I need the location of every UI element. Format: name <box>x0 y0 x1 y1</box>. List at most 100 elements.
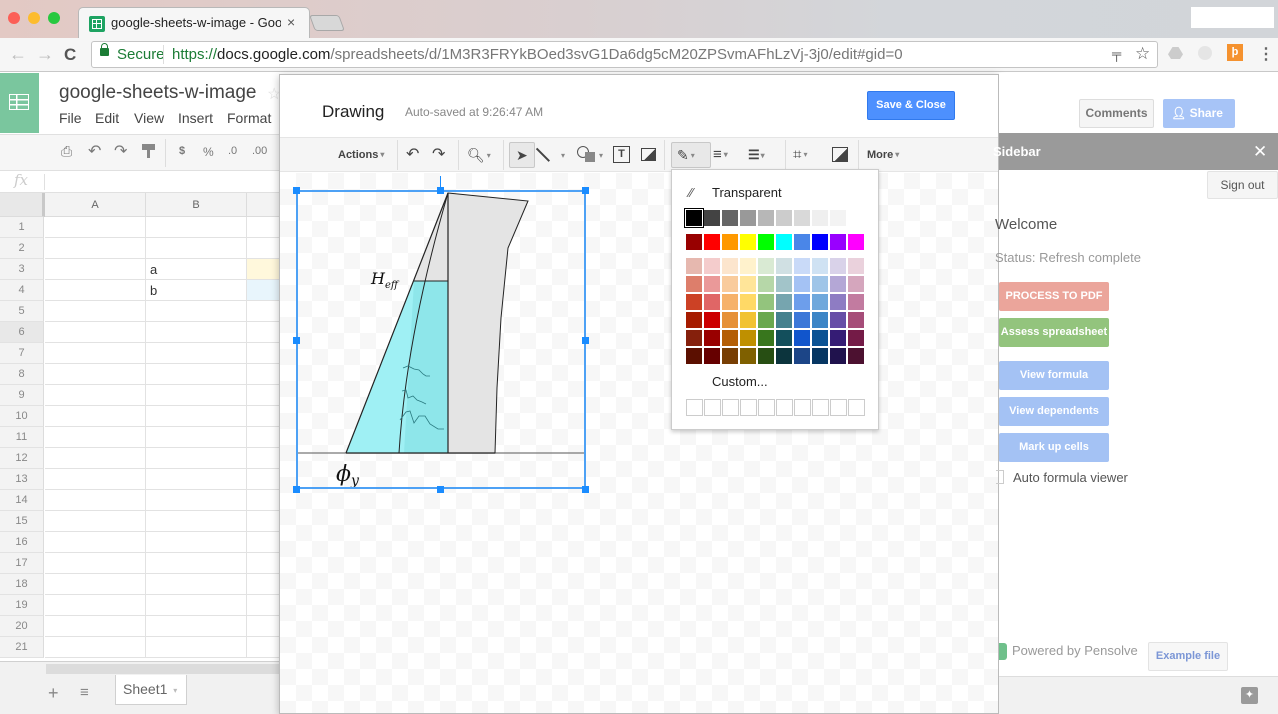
resize-handle[interactable] <box>437 187 444 194</box>
color-swatch[interactable] <box>776 258 792 274</box>
cell-B6[interactable] <box>146 322 247 343</box>
menu-insert[interactable]: Insert <box>178 110 213 126</box>
row-header-4[interactable]: 4 <box>0 280 44 301</box>
new-tab-button[interactable] <box>309 15 345 31</box>
cell-C13[interactable] <box>247 469 280 490</box>
more-menu[interactable]: More ▾ <box>867 145 899 165</box>
row-header-13[interactable]: 13 <box>0 469 44 490</box>
cell-A5[interactable] <box>45 301 146 322</box>
cell-B10[interactable] <box>146 406 247 427</box>
text-box-tool-icon[interactable]: T <box>613 146 630 163</box>
row-header-10[interactable]: 10 <box>0 406 44 427</box>
all-sheets-button[interactable]: ≡ <box>80 684 89 701</box>
color-swatch[interactable] <box>776 348 792 364</box>
formula-bar[interactable] <box>0 171 280 193</box>
resize-handle[interactable] <box>582 486 589 493</box>
explore-icon[interactable]: ✦ <box>1241 687 1258 704</box>
cell-A20[interactable] <box>45 616 146 637</box>
color-swatch[interactable] <box>776 312 792 328</box>
cell-A1[interactable] <box>45 217 146 238</box>
color-swatch[interactable] <box>812 276 828 292</box>
cell-A19[interactable] <box>45 595 146 616</box>
color-swatch[interactable] <box>704 234 720 250</box>
increase-decimal-button[interactable]: .00 <box>252 145 267 157</box>
cell-C1[interactable] <box>247 217 280 238</box>
sign-out-button[interactable]: Sign out <box>1207 171 1278 199</box>
cell-B15[interactable] <box>146 511 247 532</box>
color-swatch[interactable] <box>794 330 810 346</box>
color-swatch[interactable] <box>812 294 828 310</box>
redo-icon[interactable]: ↷ <box>114 141 127 161</box>
color-swatch[interactable] <box>848 330 864 346</box>
cell-C8[interactable] <box>247 364 280 385</box>
row-header-8[interactable]: 8 <box>0 364 44 385</box>
cell-B12[interactable] <box>146 448 247 469</box>
color-swatch[interactable] <box>812 234 828 250</box>
custom-color-slot[interactable] <box>812 399 829 416</box>
column-header-a[interactable]: A <box>45 193 146 217</box>
hubspot-extension-icon[interactable]: þ <box>1227 44 1243 61</box>
color-swatch[interactable] <box>758 210 774 226</box>
color-swatch[interactable] <box>684 208 704 228</box>
color-swatch[interactable] <box>704 294 720 310</box>
color-swatch[interactable] <box>704 330 720 346</box>
cell-A9[interactable] <box>45 385 146 406</box>
color-swatch[interactable] <box>722 276 738 292</box>
color-swatch[interactable] <box>848 234 864 250</box>
sheet-tab[interactable]: Sheet1 ▾ <box>115 675 187 705</box>
spreadsheet-grid[interactable]: A B 1 2 3 a 4 b 5 6 7 8 9 10 11 12 13 14 15 16 17 18 19 20 21 <box>0 193 280 661</box>
cell-B16[interactable] <box>146 532 247 553</box>
crop-icon[interactable]: ⌗ ▾ <box>793 145 807 165</box>
line-weight-icon[interactable]: ≡ ▾ <box>713 145 728 165</box>
custom-color-slot[interactable] <box>776 399 793 416</box>
shape-dropdown[interactable]: ▾ <box>597 145 603 165</box>
row-header-19[interactable]: 19 <box>0 595 44 616</box>
color-swatch[interactable] <box>830 294 846 310</box>
cell-A8[interactable] <box>45 364 146 385</box>
row-header-14[interactable]: 14 <box>0 490 44 511</box>
custom-color-slot[interactable] <box>794 399 811 416</box>
cell-B8[interactable] <box>146 364 247 385</box>
cell-A2[interactable] <box>45 238 146 259</box>
reset-image-icon[interactable] <box>832 147 848 162</box>
currency-format-button[interactable]: $ <box>179 145 185 157</box>
row-header-17[interactable]: 17 <box>0 553 44 574</box>
row-header-12[interactable]: 12 <box>0 448 44 469</box>
cell-A17[interactable] <box>45 553 146 574</box>
extension-icon[interactable] <box>1198 46 1212 60</box>
color-swatch[interactable] <box>776 294 792 310</box>
color-swatch[interactable] <box>704 276 720 292</box>
color-swatch[interactable] <box>830 258 846 274</box>
key-icon[interactable]: ╤ <box>1112 46 1121 61</box>
color-swatch[interactable] <box>686 258 702 274</box>
select-all-corner[interactable] <box>0 193 45 217</box>
cell-C12[interactable] <box>247 448 280 469</box>
row-header-18[interactable]: 18 <box>0 574 44 595</box>
color-swatch[interactable] <box>830 276 846 292</box>
color-swatch[interactable] <box>686 234 702 250</box>
cell-A6[interactable] <box>45 322 146 343</box>
cell-C20[interactable] <box>247 616 280 637</box>
image-tool-icon[interactable] <box>641 148 656 161</box>
color-swatch[interactable] <box>722 294 738 310</box>
transparent-option[interactable]: Transparent <box>712 185 782 200</box>
color-swatch[interactable] <box>740 210 756 226</box>
row-header-1[interactable]: 1 <box>0 217 44 238</box>
resize-handle[interactable] <box>437 486 444 493</box>
color-swatch[interactable] <box>812 330 828 346</box>
color-swatch[interactable] <box>740 276 756 292</box>
bookmark-star-icon[interactable]: ☆ <box>1135 44 1150 64</box>
document-title[interactable]: google-sheets-w-image <box>59 82 257 104</box>
color-swatch[interactable] <box>758 258 774 274</box>
cell-C6[interactable] <box>247 322 280 343</box>
cell-B1[interactable] <box>146 217 247 238</box>
cell-B7[interactable] <box>146 343 247 364</box>
cell-A14[interactable] <box>45 490 146 511</box>
resize-handle[interactable] <box>293 486 300 493</box>
cell-A3[interactable] <box>45 259 146 280</box>
color-swatch[interactable] <box>704 312 720 328</box>
cell-C11[interactable] <box>247 427 280 448</box>
color-swatch[interactable] <box>848 258 864 274</box>
cell-C4[interactable] <box>247 280 280 301</box>
color-swatch[interactable] <box>812 312 828 328</box>
